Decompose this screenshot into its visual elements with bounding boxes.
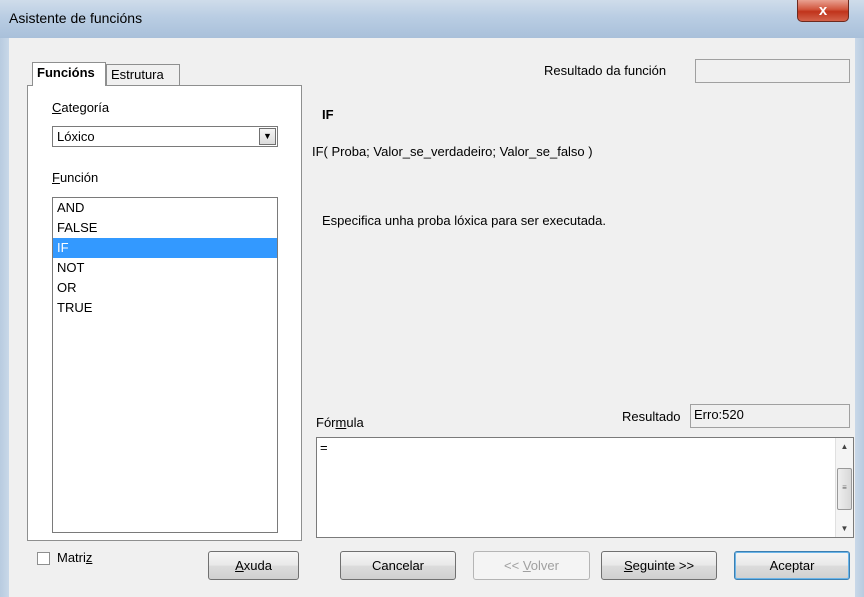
list-item[interactable]: NOT xyxy=(53,258,277,278)
formula-scrollbar[interactable]: ▲ ≡ ▼ xyxy=(835,438,853,537)
function-list[interactable]: AND FALSE IF NOT OR TRUE xyxy=(52,197,278,533)
category-label: Categoría xyxy=(52,100,109,115)
result-label: Resultado xyxy=(622,409,681,424)
list-item-label: FALSE xyxy=(57,220,98,235)
category-label-text: ategoría xyxy=(61,100,110,115)
function-syntax: IF( Proba; Valor_se_verdadeiro; Valor_se… xyxy=(312,144,593,159)
cancel-button-label: Cancelar xyxy=(371,558,425,573)
back-button-mnemonic: V xyxy=(522,558,531,573)
list-item[interactable]: TRUE xyxy=(53,298,277,318)
next-button-mnemonic: S xyxy=(623,558,633,573)
next-button[interactable]: Seguinte >> xyxy=(601,551,717,580)
array-checkbox-label: Matriz xyxy=(57,550,92,565)
list-item-label: NOT xyxy=(57,260,85,275)
back-button-prefix: << xyxy=(504,558,523,573)
ok-button[interactable]: Aceptar xyxy=(734,551,850,580)
list-item-label: AND xyxy=(57,200,85,215)
list-item-label: OR xyxy=(57,280,77,295)
close-button[interactable]: x xyxy=(797,0,849,22)
help-button-label: xuda xyxy=(243,558,272,573)
list-item[interactable]: OR xyxy=(53,278,277,298)
formula-text: = xyxy=(320,440,328,455)
title-bar: Asistente de funcións x xyxy=(0,0,864,39)
array-checkbox[interactable] xyxy=(37,552,50,565)
category-select[interactable]: Lóxico ▼ xyxy=(52,126,278,147)
list-item[interactable]: AND xyxy=(53,198,277,218)
window-border-right xyxy=(855,38,864,597)
result-field: Erro:520 xyxy=(690,404,850,428)
window-title: Asistente de funcións xyxy=(9,10,143,26)
function-result-field xyxy=(695,59,850,83)
formula-label-text-end: ula xyxy=(346,415,364,430)
ok-button-label: Aceptar xyxy=(769,558,815,573)
list-item-selected[interactable]: IF xyxy=(53,238,277,258)
category-select-value: Lóxico xyxy=(57,129,95,144)
help-button[interactable]: Axuda xyxy=(208,551,299,580)
list-item-label: IF xyxy=(57,240,69,255)
list-item[interactable]: FALSE xyxy=(53,218,277,238)
formula-editor[interactable]: = ▲ ≡ ▼ xyxy=(316,437,854,538)
function-result-label: Resultado da función xyxy=(544,63,667,78)
back-button[interactable]: << Volver xyxy=(473,551,590,580)
scroll-thumb[interactable]: ≡ xyxy=(837,468,852,510)
array-label-text: Matri xyxy=(57,550,86,565)
formula-label-mnemonic: m xyxy=(335,415,347,430)
function-description: Especifica unha proba lóxica para ser ex… xyxy=(322,213,607,228)
functions-tab-panel: Categoría Lóxico ▼ Función AND FALSE IF … xyxy=(27,85,302,541)
scroll-down-icon[interactable]: ▼ xyxy=(836,520,853,537)
close-icon: x xyxy=(818,2,828,19)
formula-label: Fórmula xyxy=(316,415,364,430)
array-label-mnemonic: z xyxy=(85,550,93,565)
tab-functions[interactable]: Funcións xyxy=(32,62,106,86)
tab-structure-label: Estrutura xyxy=(111,67,164,82)
window-border-left xyxy=(0,38,9,597)
scroll-up-icon[interactable]: ▲ xyxy=(836,438,853,455)
function-label: Función xyxy=(52,170,98,185)
cancel-button[interactable]: Cancelar xyxy=(340,551,456,580)
function-name: IF xyxy=(322,107,334,122)
help-button-mnemonic: A xyxy=(235,558,244,573)
next-button-label: eguinte >> xyxy=(632,558,695,573)
chevron-down-icon[interactable]: ▼ xyxy=(259,128,276,145)
tab-functions-label: Funcións xyxy=(37,65,95,80)
back-button-label: olver xyxy=(530,558,559,573)
function-label-text: unción xyxy=(59,170,99,185)
tab-structure[interactable]: Estrutura xyxy=(106,64,180,86)
list-item-label: TRUE xyxy=(57,300,93,315)
category-label-mnemonic: C xyxy=(52,100,62,115)
formula-label-text: Fór xyxy=(316,415,336,430)
function-label-mnemonic: F xyxy=(52,170,60,185)
